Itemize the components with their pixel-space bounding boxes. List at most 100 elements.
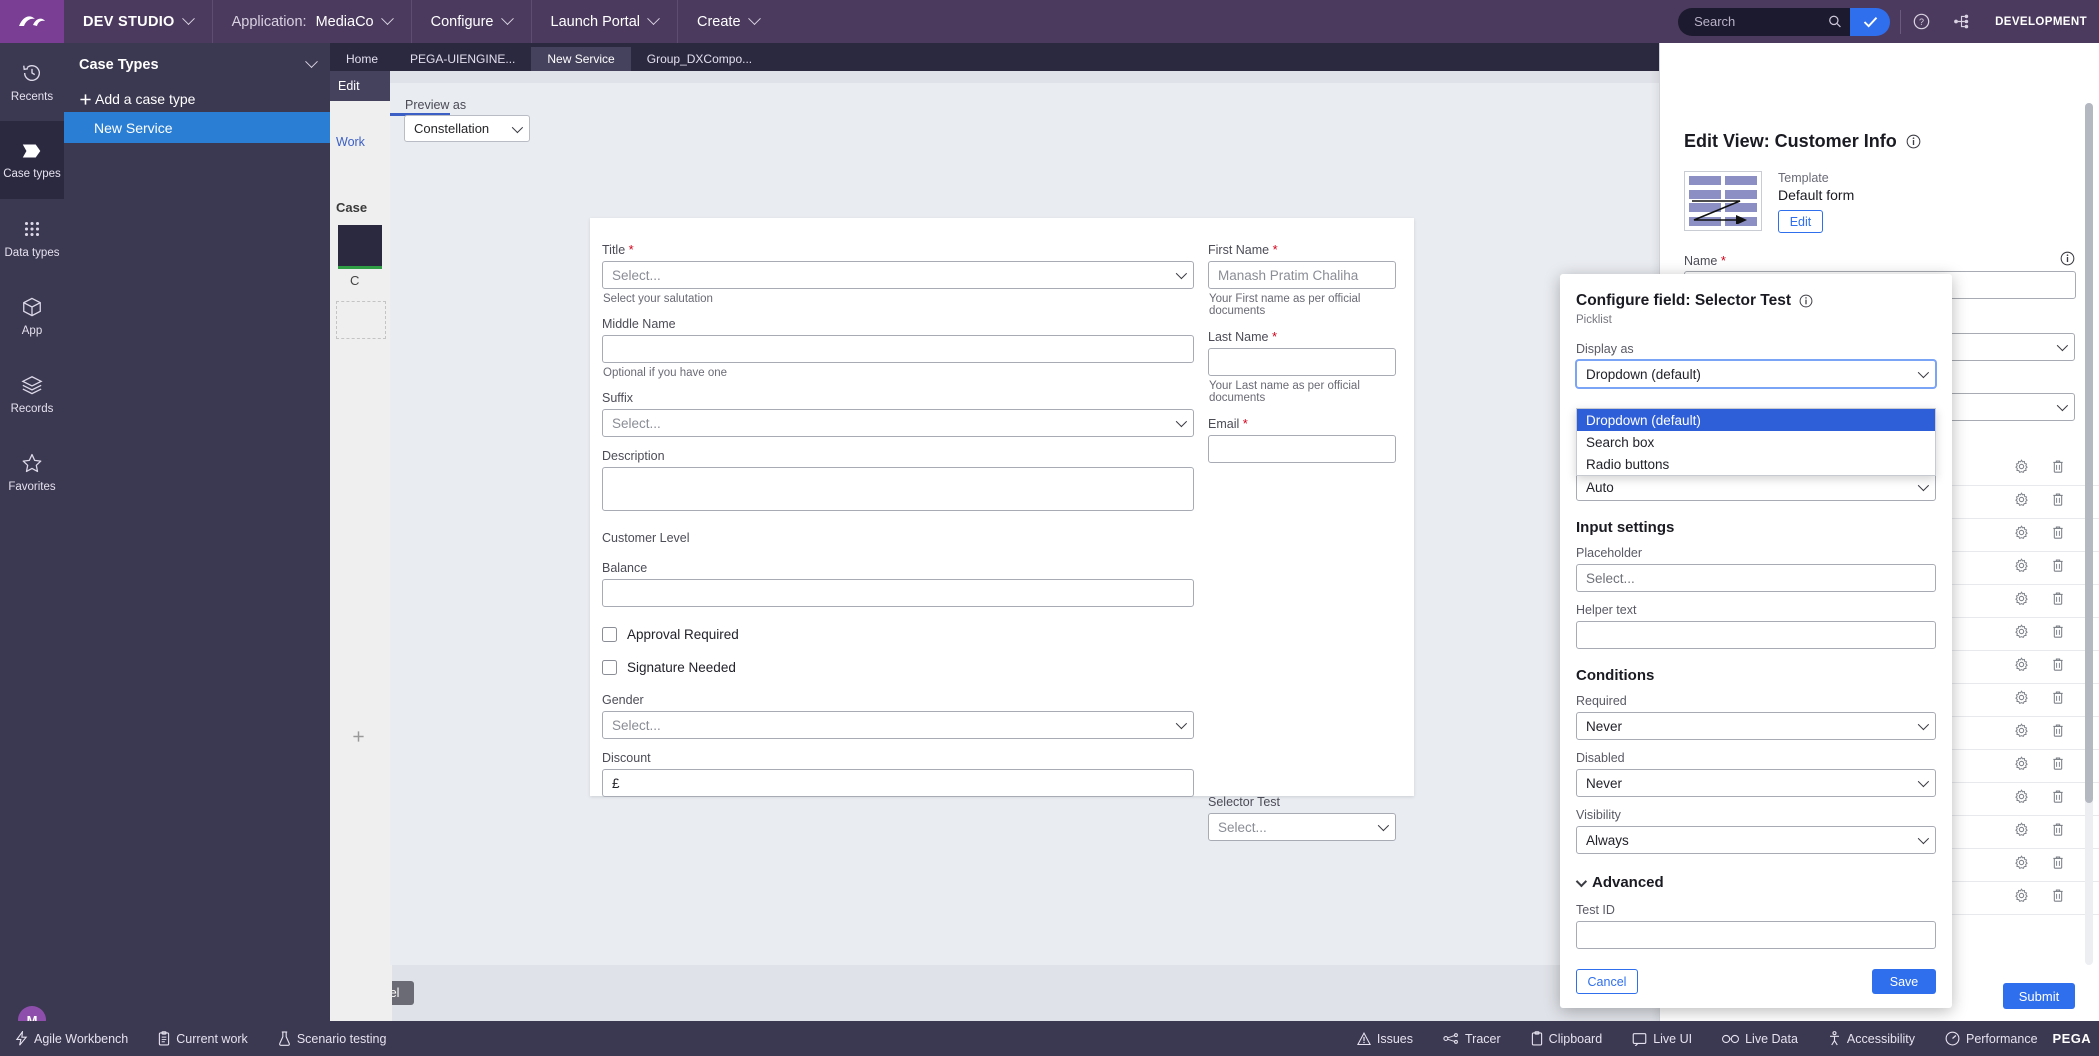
row-gear-button[interactable]	[2014, 591, 2029, 611]
application-selector[interactable]: Application: MediaCo	[213, 0, 412, 43]
row-gear-button[interactable]	[2014, 657, 2029, 677]
preview-as-select[interactable]: Constellation	[404, 115, 530, 142]
row-gear-button[interactable]	[2014, 789, 2029, 809]
visibility-select[interactable]: Always	[1576, 826, 1936, 854]
helper-text-input[interactable]	[1576, 621, 1936, 649]
help-circle-icon[interactable]: ?	[1901, 0, 1941, 43]
row-gear-button[interactable]	[2014, 558, 2029, 578]
row-gear-button[interactable]	[2014, 459, 2029, 479]
status-agile-workbench[interactable]: Agile Workbench	[0, 1031, 143, 1046]
info-circle-icon[interactable]	[1906, 134, 1921, 149]
field-last-name-input[interactable]	[1208, 348, 1396, 376]
status-clipboard[interactable]: Clipboard	[1516, 1031, 1618, 1046]
disabled-select[interactable]: Never	[1576, 769, 1936, 797]
field-first-name-input[interactable]: Manash Pratim Chaliha	[1208, 261, 1396, 289]
row-delete-button[interactable]	[2051, 888, 2065, 908]
status-live-data[interactable]: Live Data	[1707, 1032, 1813, 1046]
cancel-button[interactable]: Cancel	[1576, 969, 1638, 994]
row-delete-button[interactable]	[2051, 657, 2065, 677]
display-as-select[interactable]: Dropdown (default)	[1576, 360, 1936, 388]
row-delete-button[interactable]	[2051, 492, 2065, 512]
row-delete-button[interactable]	[2051, 558, 2065, 578]
node-tree-icon[interactable]	[1941, 0, 1981, 43]
row-gear-button[interactable]	[2014, 690, 2029, 710]
row-delete-button[interactable]	[2051, 789, 2065, 809]
field-suffix-dropdown[interactable]: Select...	[602, 409, 1194, 437]
field-title-dropdown[interactable]: Select...	[602, 261, 1194, 289]
row-gear-button[interactable]	[2014, 624, 2029, 644]
edit-mode-select[interactable]: Auto	[1576, 473, 1936, 501]
info-circle-icon[interactable]	[1799, 294, 1813, 308]
checkbox-signature-needed[interactable]: Signature Needed	[602, 656, 1194, 678]
row-gear-button[interactable]	[2014, 492, 2029, 512]
work-tab-home[interactable]: Home	[330, 47, 394, 71]
work-tab-pega-uiengine[interactable]: PEGA-UIENGINE...	[394, 47, 531, 71]
status-accessibility[interactable]: Accessibility	[1813, 1031, 1930, 1046]
status-issues[interactable]: Issues	[1342, 1032, 1428, 1046]
studio-selector[interactable]: DEV STUDIO	[64, 0, 213, 43]
panel-select-2[interactable]	[1945, 393, 2075, 421]
submit-button[interactable]: Submit	[2003, 983, 2075, 1009]
advanced-section-toggle[interactable]: Advanced	[1575, 874, 1936, 891]
checkbox-approval-required[interactable]: Approval Required	[602, 623, 1194, 645]
row-gear-button[interactable]	[2014, 822, 2029, 842]
info-circle-icon[interactable]	[2060, 251, 2075, 271]
row-gear-button[interactable]	[2014, 525, 2029, 545]
create-menu[interactable]: Create	[678, 0, 778, 43]
row-delete-button[interactable]	[2051, 756, 2065, 776]
row-gear-button[interactable]	[2014, 855, 2029, 875]
background-work-link[interactable]: Work	[336, 135, 365, 149]
field-gender-dropdown[interactable]: Select...	[602, 711, 1194, 739]
panel-select-1[interactable]	[1945, 333, 2075, 361]
chevron-down-icon[interactable]	[305, 55, 318, 69]
row-delete-button[interactable]	[2051, 591, 2065, 611]
field-discount-input[interactable]: £	[602, 769, 1194, 797]
row-delete-button[interactable]	[2051, 525, 2065, 545]
field-balance-input[interactable]	[602, 579, 1194, 607]
row-delete-button[interactable]	[2051, 459, 2065, 479]
test-id-input[interactable]	[1576, 921, 1936, 949]
rail-item-records[interactable]: Records	[0, 355, 64, 433]
explorer-item-new-service[interactable]: New Service	[64, 112, 330, 143]
display-as-option-radio-buttons[interactable]: Radio buttons	[1577, 453, 1935, 475]
status-performance[interactable]: Performance	[1930, 1031, 2053, 1046]
background-add-placeholder[interactable]: plus-icon	[336, 301, 386, 339]
background-case-card[interactable]	[338, 225, 382, 269]
search-input-wrap[interactable]	[1678, 7, 1851, 36]
rail-item-case-types[interactable]: Case types	[0, 121, 64, 199]
add-case-type-button[interactable]: Add a case type	[64, 86, 330, 112]
panel-scrollbar-thumb[interactable]	[2085, 103, 2093, 803]
rail-item-recents[interactable]: Recents	[0, 43, 64, 121]
search-submit-button[interactable]	[1850, 7, 1891, 36]
rail-item-data-types[interactable]: Data types	[0, 199, 64, 277]
field-email-input[interactable]	[1208, 435, 1396, 463]
row-delete-button[interactable]	[2051, 624, 2065, 644]
row-gear-button[interactable]	[2014, 723, 2029, 743]
work-tab-new-service[interactable]: New Service	[531, 47, 631, 71]
row-delete-button[interactable]	[2051, 723, 2065, 743]
row-delete-button[interactable]	[2051, 822, 2065, 842]
display-as-option-search-box[interactable]: Search box	[1577, 431, 1935, 453]
status-current-work[interactable]: Current work	[143, 1031, 263, 1046]
launch-portal-menu[interactable]: Launch Portal	[532, 0, 678, 43]
status-live-ui[interactable]: Live UI	[1617, 1032, 1707, 1046]
display-as-option-dropdown-default[interactable]: Dropdown (default)	[1577, 409, 1935, 431]
placeholder-input[interactable]: Select...	[1576, 564, 1936, 592]
required-select[interactable]: Never	[1576, 712, 1936, 740]
work-tab-group-dxcompo[interactable]: Group_DXCompo...	[631, 47, 768, 71]
search-input[interactable]	[1694, 14, 1823, 29]
field-selector-test-dropdown[interactable]: Select...	[1208, 813, 1396, 841]
row-delete-button[interactable]	[2051, 855, 2065, 875]
status-tracer[interactable]: Tracer	[1428, 1032, 1516, 1046]
row-gear-button[interactable]	[2014, 888, 2029, 908]
field-middle-name-input[interactable]	[602, 335, 1194, 363]
save-button[interactable]: Save	[1872, 969, 1936, 994]
field-description-textarea[interactable]	[602, 467, 1194, 511]
panel-scrollbar[interactable]	[2085, 103, 2093, 965]
template-edit-button[interactable]: Edit	[1778, 210, 1823, 233]
background-add-placeholder-2[interactable]	[336, 723, 380, 749]
row-gear-button[interactable]	[2014, 756, 2029, 776]
rail-item-favorites[interactable]: Favorites	[0, 433, 64, 511]
rail-item-app[interactable]: App	[0, 277, 64, 355]
pega-logo-icon[interactable]	[0, 0, 64, 43]
